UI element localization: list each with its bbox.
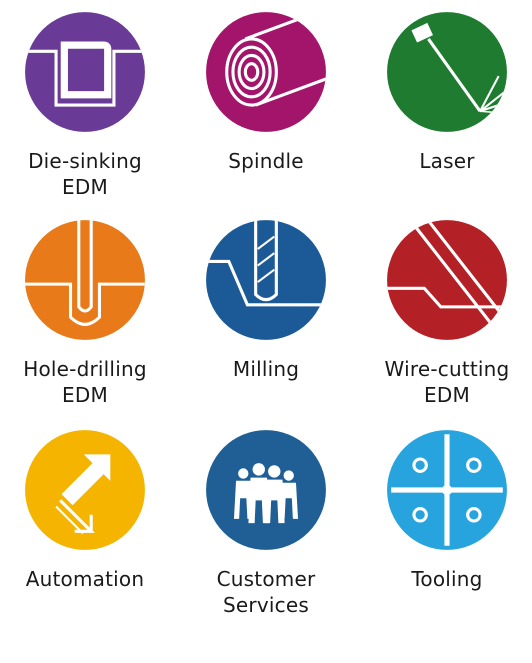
service-tile-wire-cutting-edm[interactable]: Wire-cutting EDM <box>362 218 532 408</box>
service-tile-hole-drilling-edm[interactable]: Hole-drilling EDM <box>0 218 170 408</box>
customer-services-icon <box>206 430 326 550</box>
service-label: Hole-drilling EDM <box>23 357 147 407</box>
service-tile-tooling[interactable]: Tooling <box>362 428 532 592</box>
automation-icon <box>25 430 145 550</box>
service-label: Automation <box>25 567 145 591</box>
service-tile-die-sinking-edm[interactable]: Die-sinking EDM <box>0 10 170 200</box>
spindle-icon <box>206 12 326 132</box>
milling-icon <box>206 220 326 340</box>
service-label: Laser <box>419 149 475 173</box>
wire-cutting-edm-icon <box>387 220 507 340</box>
service-tile-laser[interactable]: Laser <box>362 10 532 174</box>
hole-drilling-edm-icon <box>25 220 145 340</box>
service-label: Customer Services <box>216 567 316 617</box>
die-sinking-edm-icon <box>25 12 145 132</box>
service-label: Spindle <box>228 149 304 173</box>
services-grid: Die-sinking EDM Spindle Laser Hole-drill… <box>0 0 532 663</box>
service-tile-spindle[interactable]: Spindle <box>181 10 351 174</box>
service-tile-customer-services[interactable]: Customer Services <box>181 428 351 618</box>
service-tile-milling[interactable]: Milling <box>181 218 351 382</box>
service-tile-automation[interactable]: Automation <box>0 428 170 592</box>
service-label: Die-sinking EDM <box>28 149 142 199</box>
tooling-icon <box>387 430 507 550</box>
service-label: Wire-cutting EDM <box>384 357 510 407</box>
service-label: Milling <box>232 357 300 381</box>
service-label: Tooling <box>411 567 483 591</box>
laser-icon <box>387 12 507 132</box>
